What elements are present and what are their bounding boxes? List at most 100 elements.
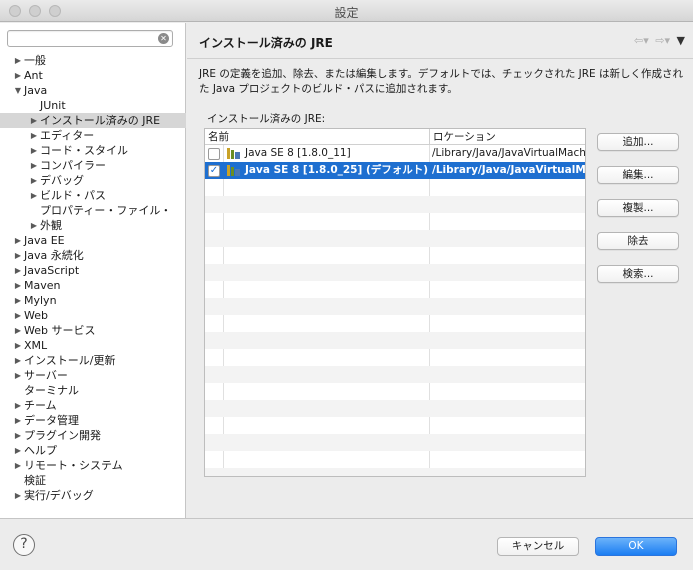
sidebar-item[interactable]: ▶ ビルド・パス [0,188,186,203]
forward-icon[interactable]: ⇨▾ [655,34,670,47]
sidebar-item[interactable]: ▶ Mylyn [0,293,186,308]
sidebar-item[interactable]: ▶ インストール済みの JRE [0,113,186,128]
disclosure-right-icon[interactable]: ▶ [13,248,23,263]
column-header-location[interactable]: ロケーション [429,129,496,145]
default-jre-checkbox[interactable] [208,148,220,160]
sidebar-item[interactable]: ▶ インストール/更新 [0,353,186,368]
add-jre-button[interactable]: 追加... [597,133,679,151]
disclosure-right-icon[interactable]: ▶ [13,428,23,443]
edit-jre-button[interactable]: 編集... [597,166,679,184]
disclosure-right-icon[interactable]: ▶ [13,308,23,323]
sidebar-item[interactable]: ▶ 一般 [0,53,186,68]
disclosure-right-icon[interactable]: ▶ [13,413,23,428]
sidebar-item-label: リモート・システム [24,459,123,472]
sidebar-item-label: 一般 [24,54,46,67]
sidebar-item[interactable]: ▶ コード・スタイル [0,143,186,158]
installed-jre-label: インストール済みの JRE: [207,113,326,125]
sidebar-item[interactable]: ▶ Web [0,308,186,323]
sidebar-item[interactable]: ▶ データ管理 [0,413,186,428]
disclosure-right-icon[interactable]: ▶ [13,293,23,308]
disclosure-right-icon[interactable]: ▶ [29,173,39,188]
sidebar-item[interactable]: ▶ エディター [0,128,186,143]
sidebar-item[interactable]: ▶ 実行/デバッグ [0,488,186,503]
sidebar-item[interactable]: ▶ Java EE [0,233,186,248]
disclosure-right-icon[interactable]: ▶ [29,143,39,158]
sidebar-item[interactable]: ▶ Web サービス [0,323,186,338]
sidebar-item-label: Maven [24,279,61,292]
jre-location: /Library/Java/JavaVirtualMach [432,147,585,159]
remove-jre-button[interactable]: 除去 [597,232,679,250]
sidebar-item[interactable]: 検証 [0,473,186,488]
disclosure-right-icon[interactable]: ▶ [13,278,23,293]
sidebar-item[interactable]: ▶ プラグイン開発 [0,428,186,443]
view-menu-icon[interactable]: ▼ [677,34,685,47]
sidebar-item-label: ビルド・パス [40,189,106,202]
duplicate-jre-button[interactable]: 複製... [597,199,679,217]
cancel-button[interactable]: キャンセル [497,537,579,556]
table-header: 名前 ロケーション [205,129,585,145]
help-icon[interactable]: ? [13,534,35,556]
disclosure-right-icon[interactable]: ▶ [13,398,23,413]
disclosure-right-icon[interactable]: ▶ [29,188,39,203]
sidebar-item-label: Java [24,84,48,97]
back-icon[interactable]: ⇦▾ [634,34,649,47]
disclosure-down-icon[interactable]: ▼ [13,83,23,98]
disclosure-right-icon[interactable]: ▶ [13,443,23,458]
column-header-name[interactable]: 名前 [208,129,229,145]
sidebar-item[interactable]: ▶ ヘルプ [0,443,186,458]
sidebar-item[interactable]: ▶ サーバー [0,368,186,383]
empty-table-row [205,417,585,434]
disclosure-right-icon[interactable]: ▶ [13,53,23,68]
sidebar-item[interactable]: ▶ Java 永続化 [0,248,186,263]
sidebar-item[interactable]: ▶ JavaScript [0,263,186,278]
filter-input[interactable]: ✕ [7,30,173,47]
sidebar-item[interactable]: JUnit [0,98,186,113]
sidebar-item[interactable]: ▶ リモート・システム [0,458,186,473]
disclosure-right-icon[interactable]: ▶ [29,113,39,128]
default-jre-checkbox[interactable]: ✓ [208,165,220,177]
disclosure-right-icon[interactable]: ▶ [13,488,23,503]
sidebar-item-label: Web サービス [24,324,96,337]
sidebar-item-label: サーバー [24,369,68,382]
table-row[interactable]: ✓ Java SE 8 [1.8.0_25] (デフォルト)/Library/Ja… [205,162,585,179]
disclosure-right-icon[interactable]: ▶ [13,353,23,368]
disclosure-right-icon[interactable]: ▶ [29,128,39,143]
sidebar-item[interactable]: ターミナル [0,383,186,398]
disclosure-right-icon[interactable]: ▶ [13,68,23,83]
page-title: インストール済みの JRE [199,36,333,50]
sidebar-item[interactable]: ▶ デバッグ [0,173,186,188]
sidebar-item[interactable]: ▶ Maven [0,278,186,293]
dialog-footer: ? キャンセル OK [0,518,693,570]
empty-table-row [205,315,585,332]
jre-name: Java SE 8 [1.8.0_25] (デフォルト) [245,164,429,176]
disclosure-right-icon[interactable]: ▶ [13,338,23,353]
disclosure-right-icon[interactable]: ▶ [13,323,23,338]
disclosure-right-icon[interactable]: ▶ [13,263,23,278]
empty-table-row [205,247,585,264]
table-row[interactable]: Java SE 8 [1.8.0_11] /Library/Java/JavaVi… [205,145,585,162]
jre-table[interactable]: 名前 ロケーション Java SE 8 [1.8.0_11] /Library/J… [204,128,586,477]
sidebar-item[interactable]: ▶ コンパイラー [0,158,186,173]
sidebar-item-label: エディター [40,129,95,142]
sidebar-item-label: プロパティー・ファイル・ [40,204,172,217]
sidebar-item[interactable]: ▶ チーム [0,398,186,413]
clear-filter-icon[interactable]: ✕ [158,33,169,44]
sidebar-item-label: JUnit [40,99,66,112]
sidebar-item-label: デバッグ [40,174,84,187]
empty-table-row [205,230,585,247]
sidebar-item[interactable]: ▶ XML [0,338,186,353]
disclosure-right-icon[interactable]: ▶ [29,158,39,173]
sidebar-item[interactable]: プロパティー・ファイル・ [0,203,186,218]
sidebar-item[interactable]: ▶ Ant [0,68,186,83]
disclosure-right-icon[interactable]: ▶ [13,368,23,383]
sidebar-item-label: 外観 [40,219,62,232]
disclosure-right-icon[interactable]: ▶ [13,458,23,473]
ok-button[interactable]: OK [595,537,677,556]
sidebar-item[interactable]: ▼ Java [0,83,186,98]
search-jre-button[interactable]: 検索... [597,265,679,283]
sidebar-item[interactable]: ▶ 外観 [0,218,186,233]
sidebar-item-label: Java 永続化 [24,249,84,262]
sidebar-item-label: ヘルプ [24,444,57,457]
disclosure-right-icon[interactable]: ▶ [29,218,39,233]
disclosure-right-icon[interactable]: ▶ [13,233,23,248]
